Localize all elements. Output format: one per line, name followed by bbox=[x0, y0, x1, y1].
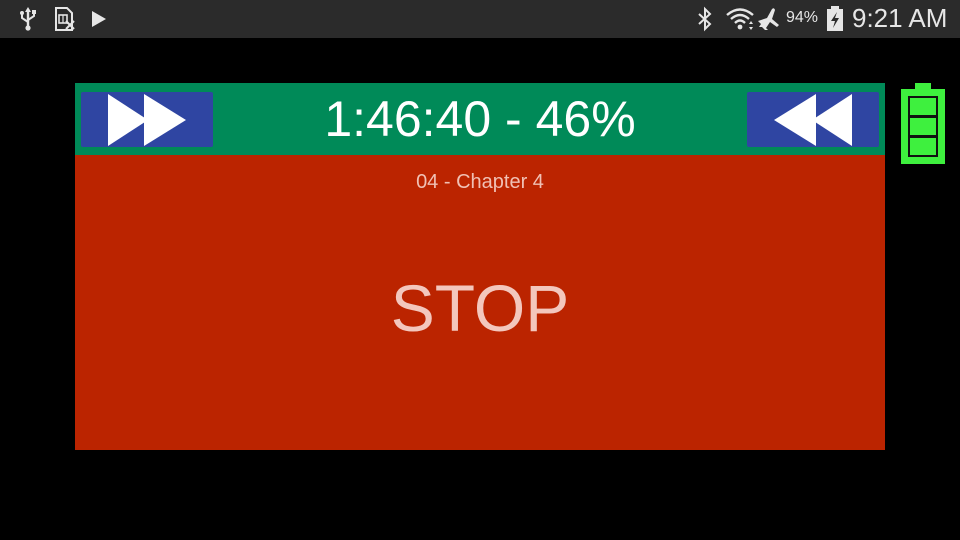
device-screen: 94% 9:21 AM 1:46:40 - 46% 04 - Chapter 4… bbox=[0, 0, 960, 540]
clock: 9:21 AM bbox=[852, 3, 948, 33]
stop-label: STOP bbox=[390, 271, 570, 345]
fast-forward-button[interactable] bbox=[81, 92, 213, 147]
usb-icon bbox=[14, 6, 42, 32]
stop-button[interactable]: STOP bbox=[75, 243, 885, 373]
player-top-bar: 1:46:40 - 46% bbox=[75, 83, 885, 155]
wifi-icon bbox=[725, 6, 755, 32]
bluetooth-icon bbox=[694, 6, 716, 32]
rewind-icon bbox=[774, 94, 852, 146]
sim-card-icon bbox=[50, 6, 78, 32]
battery-percent: 94% bbox=[786, 9, 819, 26]
airplane-icon bbox=[756, 6, 782, 32]
player-panel: 1:46:40 - 46% 04 - Chapter 4 STOP bbox=[75, 83, 885, 450]
time-progress-display: 1:46:40 - 46% bbox=[324, 91, 636, 147]
battery-charging-icon bbox=[824, 6, 846, 32]
rewind-button[interactable] bbox=[747, 92, 879, 147]
status-bar: 94% 9:21 AM bbox=[0, 0, 960, 38]
play-icon bbox=[88, 6, 110, 32]
battery-full-icon bbox=[899, 83, 947, 165]
chapter-title: 04 - Chapter 4 bbox=[416, 171, 544, 193]
fast-forward-icon bbox=[108, 94, 186, 146]
